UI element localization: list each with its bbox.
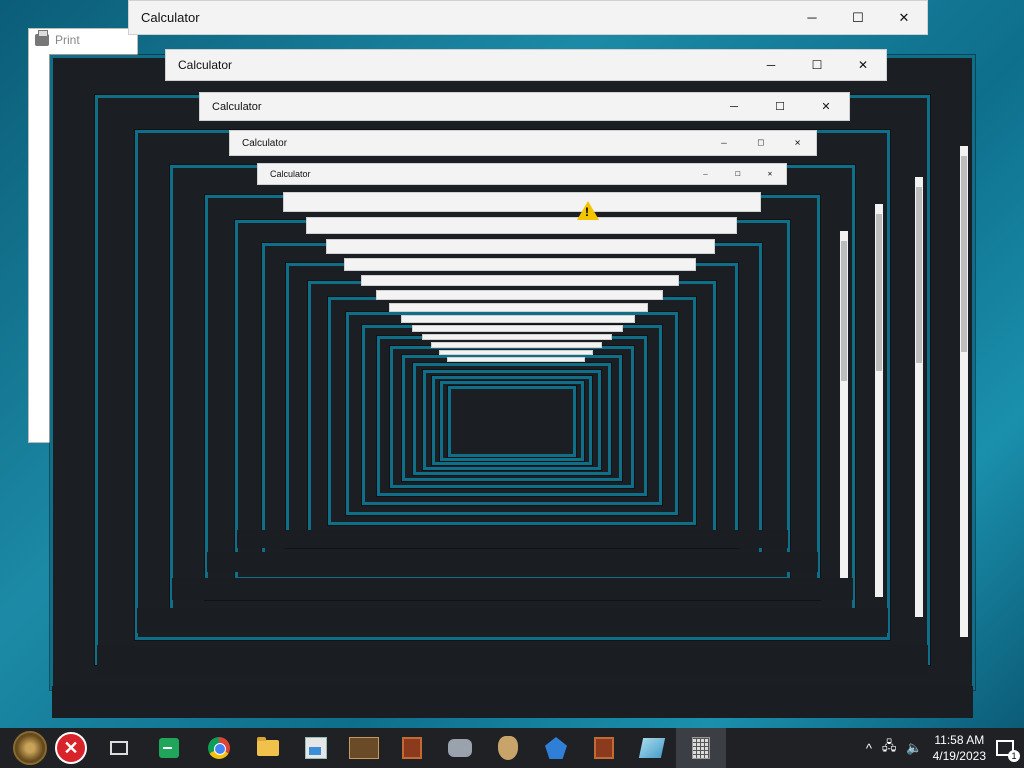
book-icon: [594, 737, 614, 759]
calculator-window[interactable]: Calculator ─ ☐ ✕: [257, 163, 787, 185]
close-circle-icon: ✕: [55, 732, 87, 764]
recursive-frame: [448, 386, 576, 457]
calculator-window[interactable]: Calculator ─ ☐ ✕: [165, 49, 887, 81]
sheets-button[interactable]: [144, 728, 194, 768]
file-explorer-button[interactable]: [244, 728, 292, 768]
print-title: Print: [55, 33, 80, 47]
calculator-window[interactable]: [306, 217, 737, 234]
network-app-button[interactable]: [532, 728, 580, 768]
people-icon: [448, 739, 472, 757]
notification-icon[interactable]: 1: [996, 740, 1020, 762]
calculator-window[interactable]: [361, 275, 679, 286]
system-tray: ^ 🖧 🔈 11:58 AM 4/19/2023 1: [866, 728, 1024, 768]
network-status-icon[interactable]: 🖧: [882, 737, 897, 759]
calculator-window[interactable]: [412, 325, 623, 332]
nested-taskbar: [237, 530, 788, 548]
mask-icon: [498, 736, 518, 760]
photos-button[interactable]: [292, 728, 340, 768]
book-app-button[interactable]: [388, 728, 436, 768]
minimize-button[interactable]: ─: [748, 50, 794, 80]
app-logo-button[interactable]: [0, 728, 54, 768]
maximize-button[interactable]: ☐: [742, 133, 779, 152]
desktop: Print Calculator ─ ☐ ✕ Calculator ─ ☐ ✕ …: [0, 0, 1024, 730]
calculator-window[interactable]: [344, 258, 696, 271]
task-view-button[interactable]: [94, 728, 144, 768]
calculator-window[interactable]: Calculator ─ ☐ ✕: [128, 0, 928, 35]
close-button[interactable]: ✕: [881, 1, 927, 34]
nested-taskbar: [52, 686, 973, 718]
minimize-button[interactable]: ─: [689, 167, 721, 181]
maximize-button[interactable]: ☐: [794, 50, 840, 80]
app-logo-icon: [13, 731, 47, 765]
calculator-window[interactable]: [401, 315, 635, 323]
calculator-window[interactable]: [431, 342, 602, 348]
time: 11:58 AM: [934, 733, 985, 747]
nested-taskbar: [97, 645, 928, 673]
network-icon: [545, 737, 567, 759]
titlebar[interactable]: Calculator ─ ☐ ✕: [129, 1, 927, 34]
warning-icon: !: [577, 201, 599, 220]
calculator-window[interactable]: [283, 192, 761, 212]
people-app-button[interactable]: [436, 728, 484, 768]
window-title: Calculator: [270, 169, 311, 179]
film-icon: [349, 737, 379, 759]
book-icon: [402, 737, 422, 759]
close-button[interactable]: ✕: [840, 50, 886, 80]
maximize-button[interactable]: ☐: [722, 167, 754, 181]
taskbar: ✕ ^ 🖧 🔈 11:58 AM 4/19/2023 1: [0, 728, 1024, 768]
task-view-icon: [110, 741, 128, 755]
minimize-button[interactable]: ─: [789, 1, 835, 34]
nested-taskbar: [137, 608, 888, 633]
close-app-button[interactable]: ✕: [54, 728, 94, 768]
close-button[interactable]: ✕: [779, 133, 816, 152]
close-button[interactable]: ✕: [803, 93, 849, 120]
printer-icon: [35, 30, 49, 46]
calculator-window[interactable]: Calculator ─ ☐ ✕: [229, 130, 817, 156]
calculator-window[interactable]: Calculator ─ ☐ ✕: [199, 92, 850, 121]
scrollbar[interactable]: [840, 230, 848, 582]
titlebar[interactable]: Calculator ─ ☐ ✕: [200, 93, 849, 120]
maximize-button[interactable]: ☐: [757, 93, 803, 120]
date: 4/19/2023: [932, 749, 986, 763]
cube-icon: [638, 738, 666, 758]
scrollbar[interactable]: [915, 176, 923, 617]
scrollbar[interactable]: [875, 203, 883, 597]
print-titlebar: Print: [29, 29, 137, 51]
calculator-window[interactable]: [376, 290, 663, 300]
volume-icon[interactable]: 🔈: [906, 740, 922, 756]
calculator-button[interactable]: [676, 728, 726, 768]
chrome-button[interactable]: [194, 728, 244, 768]
scrollbar[interactable]: [960, 146, 968, 637]
calculator-icon: [692, 737, 710, 759]
titlebar[interactable]: Calculator ─ ☐ ✕: [258, 164, 786, 184]
calculator-window[interactable]: [389, 303, 648, 312]
clock[interactable]: 11:58 AM 4/19/2023: [933, 732, 986, 764]
nested-taskbar: [207, 552, 818, 572]
titlebar[interactable]: Calculator ─ ☐ ✕: [230, 131, 816, 155]
mask-app-button[interactable]: [484, 728, 532, 768]
calculator-window[interactable]: [447, 357, 585, 362]
minimize-button[interactable]: ─: [711, 93, 757, 120]
nested-taskbar: [172, 578, 853, 600]
movie-app-button[interactable]: [340, 728, 388, 768]
sheets-icon: [159, 738, 179, 758]
calculator-window[interactable]: [439, 350, 593, 355]
window-title: Calculator: [212, 100, 262, 113]
maximize-button[interactable]: ☐: [835, 1, 881, 34]
titlebar[interactable]: Calculator ─ ☐ ✕: [166, 50, 886, 80]
window-title: Calculator: [141, 10, 200, 25]
window-title: Calculator: [178, 58, 233, 72]
chrome-icon: [208, 737, 230, 759]
notification-count: 1: [1008, 750, 1020, 762]
calculator-window[interactable]: [422, 334, 612, 340]
image-icon: [305, 737, 327, 759]
calculator-window[interactable]: [326, 239, 715, 254]
folder-icon: [257, 737, 279, 756]
close-button[interactable]: ✕: [754, 167, 786, 181]
window-title: Calculator: [242, 137, 288, 149]
chevron-up-icon[interactable]: ^: [866, 741, 872, 756]
book-app-2-button[interactable]: [580, 728, 628, 768]
3d-app-button[interactable]: [628, 728, 676, 768]
minimize-button[interactable]: ─: [706, 133, 743, 152]
